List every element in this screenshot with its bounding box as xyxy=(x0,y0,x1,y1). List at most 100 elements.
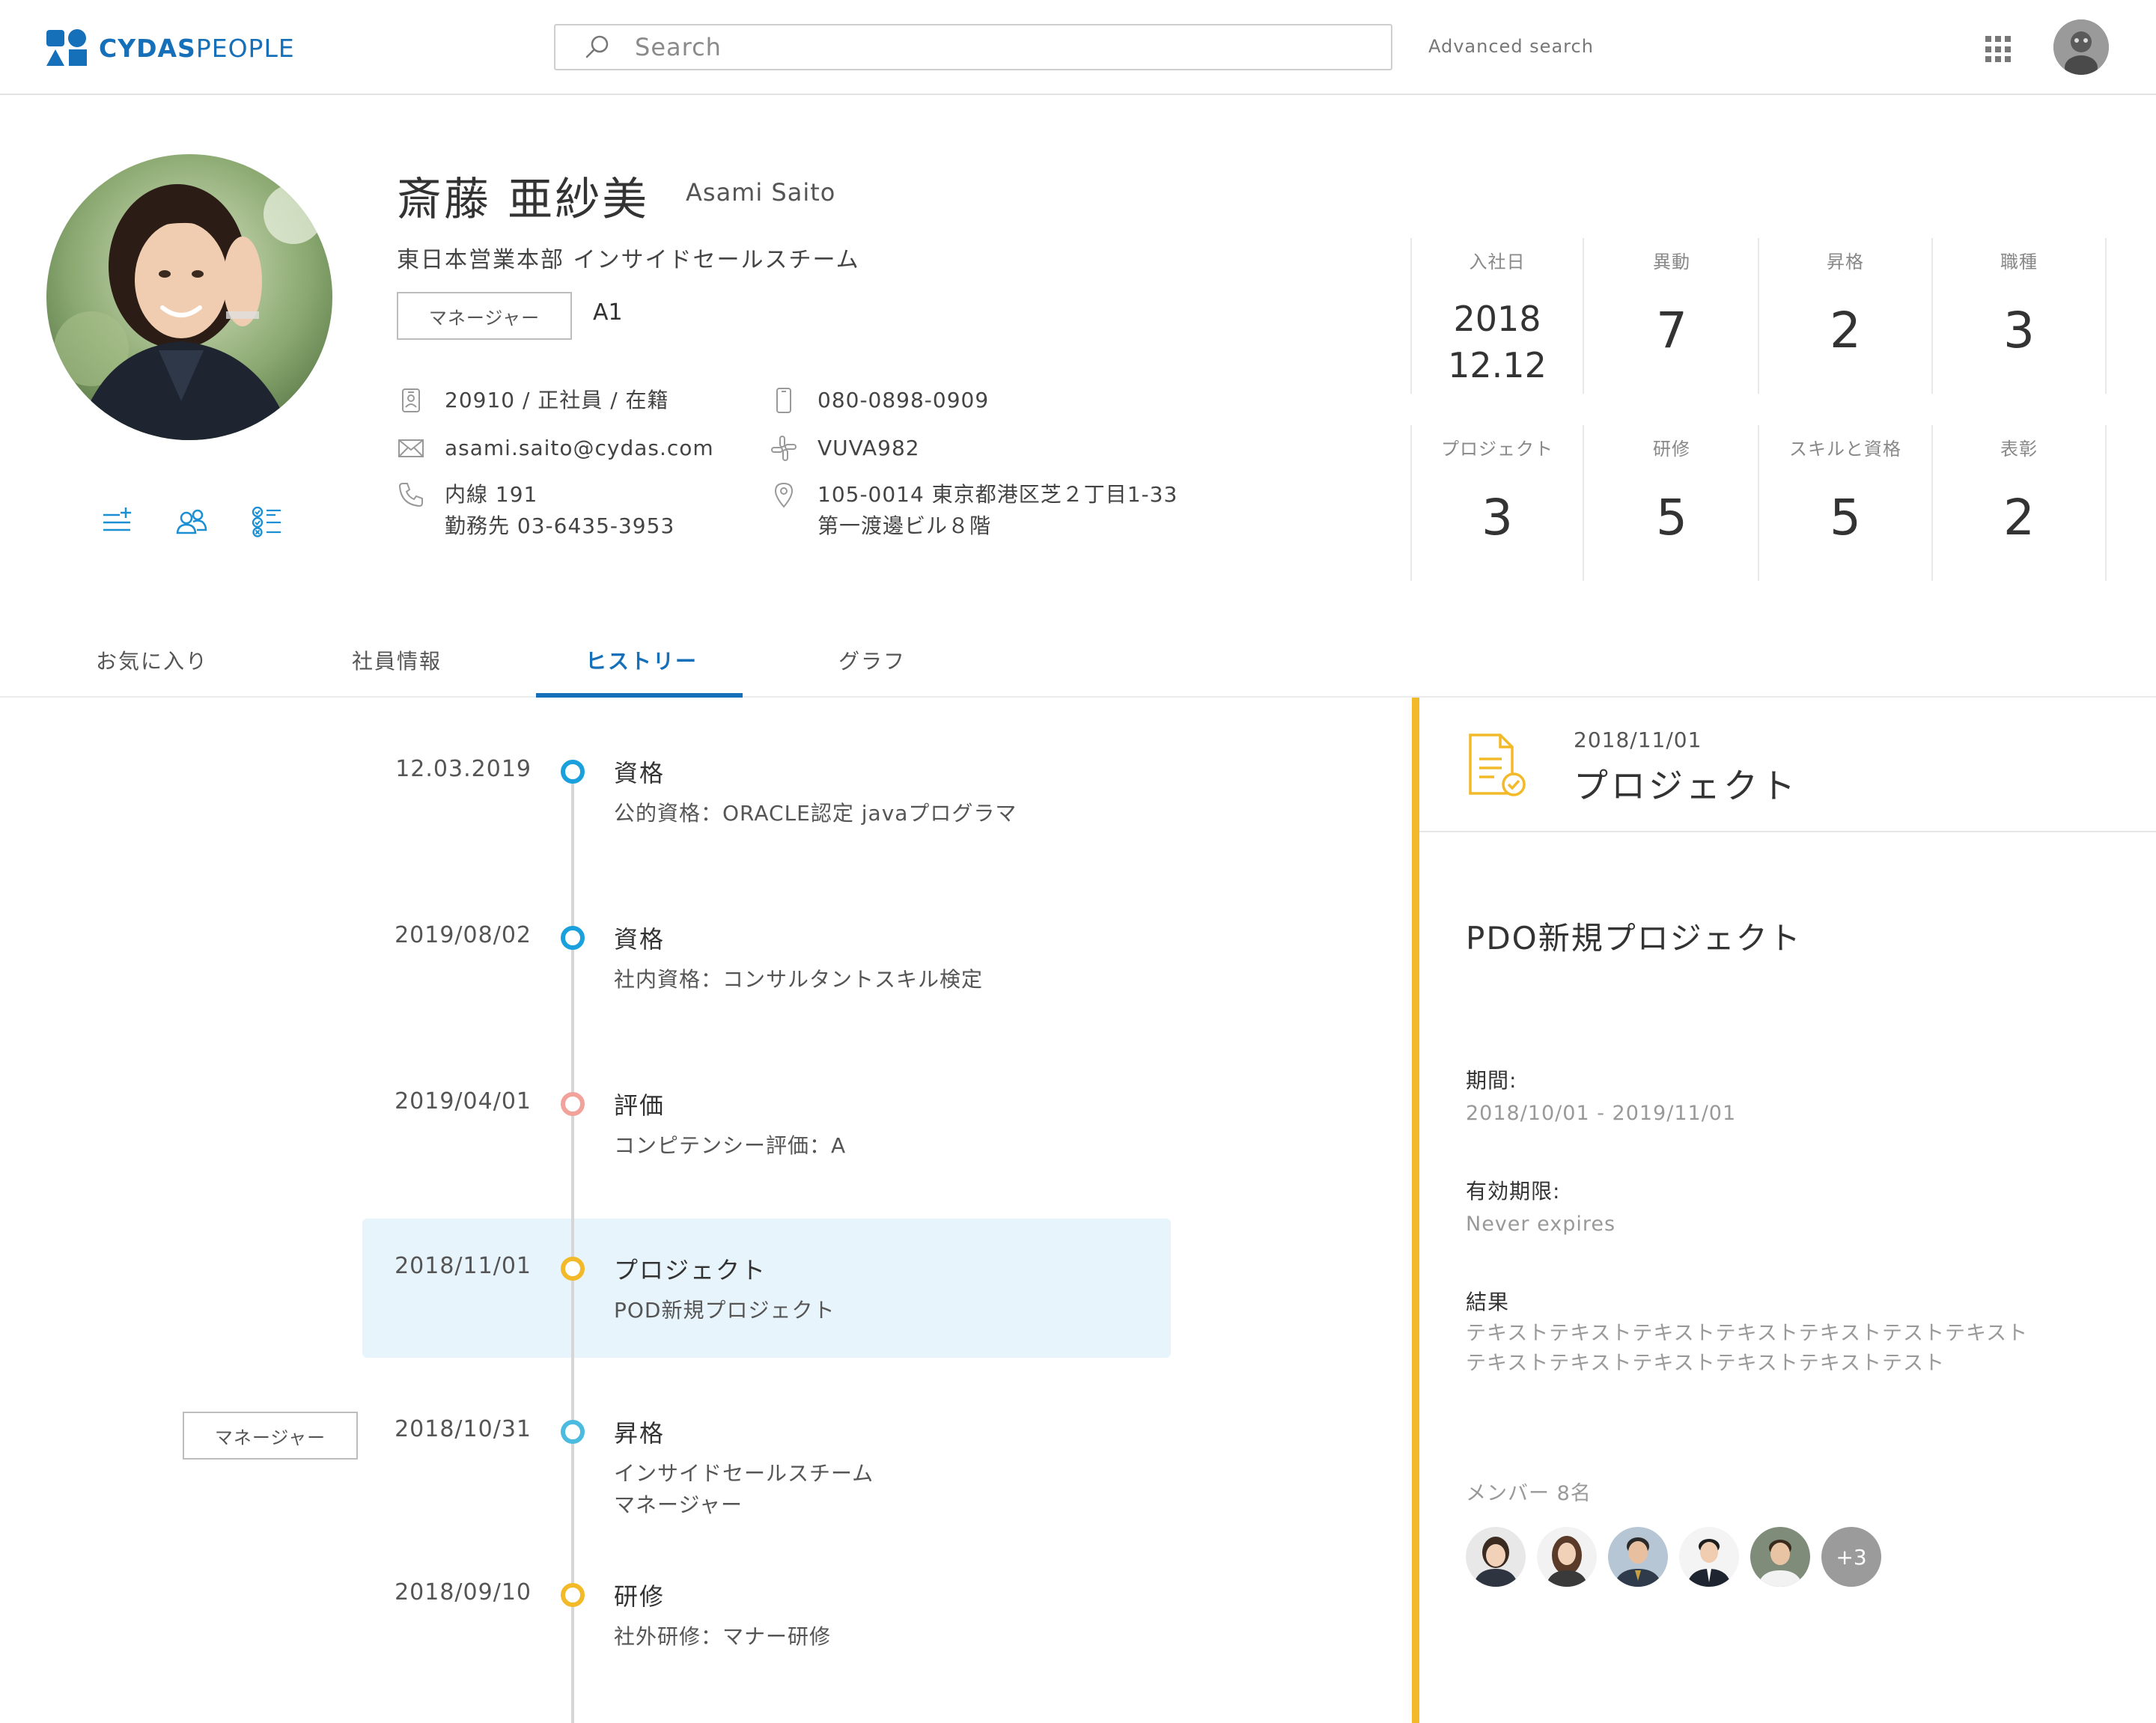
search-box[interactable] xyxy=(554,24,1392,70)
expiry-label: 有効期限: xyxy=(1466,1179,1561,1204)
mobile-number: 080-0898-0909 xyxy=(817,388,990,412)
selected-timeline-item xyxy=(362,1219,1171,1358)
mobile-phone-icon xyxy=(776,388,791,413)
stat-join-date: 入社日 2018 12.12 xyxy=(1410,238,1584,394)
email-address[interactable]: asami.saito@cydas.com xyxy=(445,433,714,464)
tab-history[interactable]: ヒストリー xyxy=(585,645,698,675)
tab-favorites[interactable]: お気に入り xyxy=(96,645,208,675)
result-label: 結果 xyxy=(1466,1290,1510,1314)
address-row: 105-0014 東京都港区芝２丁目1-33 第一渡邊ビル８階 xyxy=(770,479,1178,542)
timeline-dot xyxy=(561,1257,585,1281)
member-avatar[interactable] xyxy=(1608,1527,1668,1587)
search-input[interactable] xyxy=(635,33,1309,61)
advanced-search-link[interactable]: Advanced search xyxy=(1428,36,1594,57)
join-day: 12.12 xyxy=(1448,345,1547,385)
timeline-title[interactable]: 資格 xyxy=(614,754,665,789)
timeline-title[interactable]: 研修 xyxy=(614,1578,665,1612)
members-count: メンバー 8名 xyxy=(1466,1482,1592,1505)
panel-header: 2018/11/01 プロジェクト xyxy=(1419,698,2156,832)
slack-row: VUVA982 xyxy=(770,433,920,464)
stat-training[interactable]: 研修 5 xyxy=(1586,425,1759,581)
timeline-title[interactable]: プロジェクト xyxy=(614,1251,767,1286)
extension-number: 内線 191 xyxy=(445,482,538,507)
checklist-icon[interactable] xyxy=(250,504,283,537)
profile-photo xyxy=(46,154,332,440)
timeline-desc: 公的資格：ORACLE認定 javaプログラマ xyxy=(614,801,1017,826)
logo-text: CYDASPEOPLE xyxy=(99,33,295,63)
timeline-date: 2019/04/01 xyxy=(395,1088,532,1114)
expiry-value: Never expires xyxy=(1466,1213,1616,1236)
panel-type: プロジェクト xyxy=(1574,766,1798,806)
document-check-icon xyxy=(1469,734,1526,796)
result-text: テキストテキストテキストテキストテキストテストテキスト テキストテキストテキスト… xyxy=(1466,1322,2029,1375)
search-icon xyxy=(585,35,609,58)
stat-project[interactable]: プロジェクト 3 xyxy=(1410,425,1584,581)
role-badge: マネージャー xyxy=(397,292,572,340)
id-badge-icon xyxy=(402,388,420,412)
stat-transfer[interactable]: 異動 7 xyxy=(1586,238,1759,394)
stat-awards[interactable]: 表彰 2 xyxy=(1933,425,2107,581)
profile-quick-actions xyxy=(100,504,283,537)
timeline-dot xyxy=(561,1583,585,1607)
timeline-desc: 社外研修：マナー研修 xyxy=(614,1624,832,1649)
tab-employee-info[interactable]: 社員情報 xyxy=(352,645,442,675)
timeline-dot xyxy=(561,760,585,784)
member-avatar[interactable] xyxy=(1466,1527,1526,1587)
member-avatar[interactable] xyxy=(1679,1527,1739,1587)
stat-job-type[interactable]: 職種 3 xyxy=(1933,238,2107,394)
user-avatar[interactable] xyxy=(2053,19,2109,75)
history-detail-panel: 2018/11/01 プロジェクト PDO新規プロジェクト 期間: 2018/1… xyxy=(1412,698,2156,1723)
timeline-date: 2018/10/31 xyxy=(395,1416,532,1442)
timeline-axis xyxy=(571,772,574,1723)
address-line-1: 105-0014 東京都港区芝２丁目1-33 xyxy=(817,482,1178,507)
timeline-dot xyxy=(561,1092,585,1116)
member-avatars: +3 xyxy=(1466,1527,1881,1587)
profile-tabs: お気に入り 社員情報 ヒストリー グラフ xyxy=(0,633,2156,698)
project-name: PDO新規プロジェクト xyxy=(1466,920,1802,957)
more-members-button[interactable]: +3 xyxy=(1821,1527,1881,1587)
timeline-date: 2018/11/01 xyxy=(395,1253,532,1279)
period-value: 2018/10/01 - 2019/11/01 xyxy=(1466,1102,1737,1125)
email-row[interactable]: asami.saito@cydas.com xyxy=(397,433,714,464)
address-line-2: 第一渡邊ビル８階 xyxy=(817,513,992,538)
phone-icon xyxy=(398,483,423,507)
timeline-date: 2018/09/10 xyxy=(395,1579,532,1605)
timeline-title[interactable]: 資格 xyxy=(614,921,665,955)
timeline-dot xyxy=(561,926,585,950)
timeline-title[interactable]: 評価 xyxy=(614,1087,665,1121)
add-to-list-icon[interactable] xyxy=(100,504,133,537)
top-bar: CYDASPEOPLE Advanced search xyxy=(0,0,2156,95)
grade: A1 xyxy=(593,299,623,326)
office-phone: 勤務先 03-6435-3953 xyxy=(445,513,675,538)
mail-icon xyxy=(398,439,424,457)
mobile-row: 080-0898-0909 xyxy=(770,385,989,416)
timeline-desc: インサイドセールスチーム マネージャー xyxy=(614,1461,874,1517)
employee-id-status: 20910 / 正社員 / 在籍 xyxy=(445,388,669,412)
active-tab-indicator xyxy=(536,693,743,698)
panel-date: 2018/11/01 xyxy=(1574,728,1702,752)
employee-name-jp: 斎藤 亜紗美 xyxy=(397,174,650,226)
employee-name-en: Asami Saito xyxy=(686,178,836,207)
slack-icon xyxy=(771,436,797,461)
slack-id: VUVA982 xyxy=(817,436,920,460)
member-avatar[interactable] xyxy=(1537,1527,1597,1587)
logo-mark-icon xyxy=(46,29,87,66)
location-pin-icon xyxy=(774,482,794,508)
career-stats: 入社日 2018 12.12 異動 7 昇格 2 職種 3 プロジェクト 3 研… xyxy=(1410,238,2108,582)
timeline-title[interactable]: 昇格 xyxy=(614,1415,665,1449)
phone-row: 内線 191 勤務先 03-6435-3953 xyxy=(397,479,674,542)
timeline-desc: コンピテンシー評価：A xyxy=(614,1133,847,1158)
department: 東日本営業本部 インサイドセールスチーム xyxy=(397,247,860,273)
employee-info-row: 20910 / 正社員 / 在籍 xyxy=(397,385,669,416)
apps-grid-icon[interactable] xyxy=(1985,36,2012,63)
timeline-date: 12.03.2019 xyxy=(395,756,532,782)
period-label: 期間: xyxy=(1466,1068,1517,1093)
team-members-icon[interactable] xyxy=(175,504,208,537)
timeline-date: 2019/08/02 xyxy=(395,922,532,948)
stat-promotion[interactable]: 昇格 2 xyxy=(1759,238,1933,394)
stat-skills[interactable]: スキルと資格 5 xyxy=(1759,425,1933,581)
tab-graph[interactable]: グラフ xyxy=(838,645,906,675)
timeline-desc: POD新規プロジェクト xyxy=(614,1298,835,1323)
member-avatar[interactable] xyxy=(1750,1527,1810,1587)
cydas-logo[interactable]: CYDASPEOPLE xyxy=(46,28,295,67)
